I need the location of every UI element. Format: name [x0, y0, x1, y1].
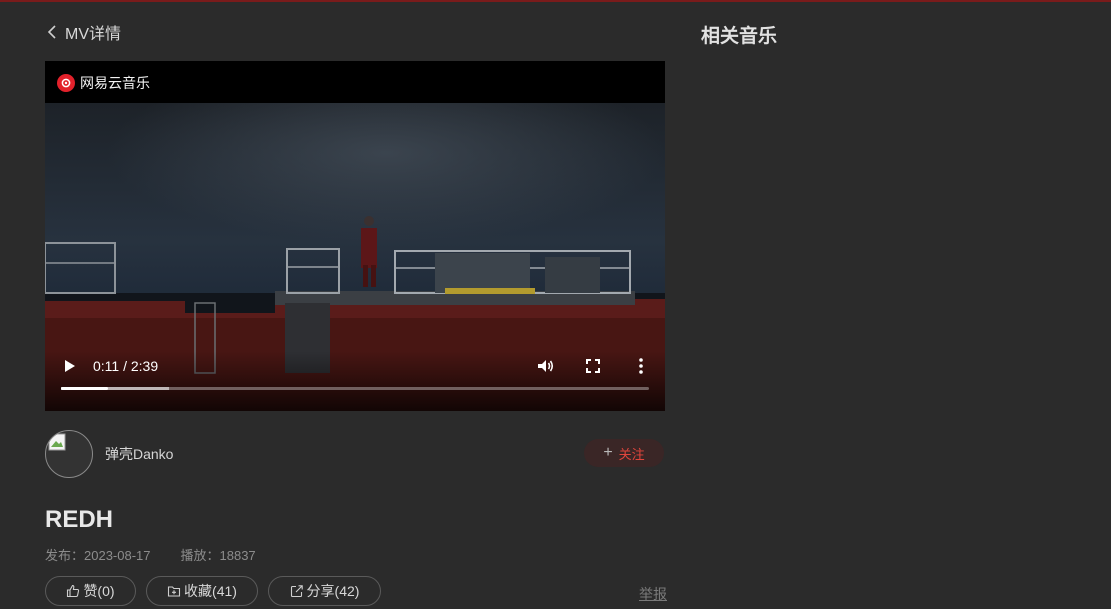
publish-date: 发布：2023-08-17 [45, 548, 151, 563]
folder-plus-icon [167, 586, 181, 597]
share-button[interactable]: 分享(42) [268, 576, 381, 606]
author-name[interactable]: 弹壳Danko [105, 444, 173, 464]
favorite-button[interactable]: 收藏(41) [146, 576, 258, 606]
volume-icon[interactable] [535, 356, 555, 376]
mv-title: REDH [45, 506, 114, 533]
brand-name: 网易云音乐 [80, 75, 150, 91]
page-title: MV详情 [65, 26, 122, 43]
action-bar: 赞(0) 收藏(41) 分享(42) [45, 576, 391, 606]
mv-meta: 发布：2023-08-17 播放：18837 [45, 545, 256, 564]
like-label: 赞(0) [83, 583, 115, 599]
follow-button[interactable]: + 关注 [584, 439, 664, 467]
share-label: 分享(42) [306, 583, 360, 599]
netease-logo-icon [57, 74, 75, 92]
time-display: 0:11 / 2:39 [93, 358, 159, 374]
back-button[interactable]: MV详情 [45, 20, 121, 44]
broken-image-icon [48, 433, 66, 451]
chevron-left-icon [47, 25, 56, 39]
progress-bar [61, 387, 109, 390]
plus-icon: + [603, 444, 613, 461]
report-link[interactable]: 举报 [639, 584, 667, 604]
like-button[interactable]: 赞(0) [45, 576, 136, 606]
author-info: 弹壳Danko [45, 430, 173, 478]
avatar[interactable] [45, 430, 93, 478]
follow-label: 关注 [618, 446, 645, 462]
more-vertical-icon[interactable] [631, 356, 651, 376]
play-count: 播放：18837 [180, 548, 256, 563]
player-controls: 0:11 / 2:39 [45, 351, 665, 411]
play-icon[interactable] [63, 358, 77, 374]
favorite-label: 收藏(41) [184, 583, 237, 599]
progress-track[interactable] [61, 387, 649, 390]
video-player[interactable]: 网易云音乐 0:11 / 2:39 [45, 61, 665, 411]
fullscreen-icon[interactable] [583, 356, 603, 376]
player-brand: 网易云音乐 [57, 73, 150, 93]
share-icon [290, 585, 303, 598]
related-music-title: 相关音乐 [701, 26, 778, 47]
top-accent-line [0, 0, 1111, 2]
thumbs-up-icon [67, 584, 80, 598]
